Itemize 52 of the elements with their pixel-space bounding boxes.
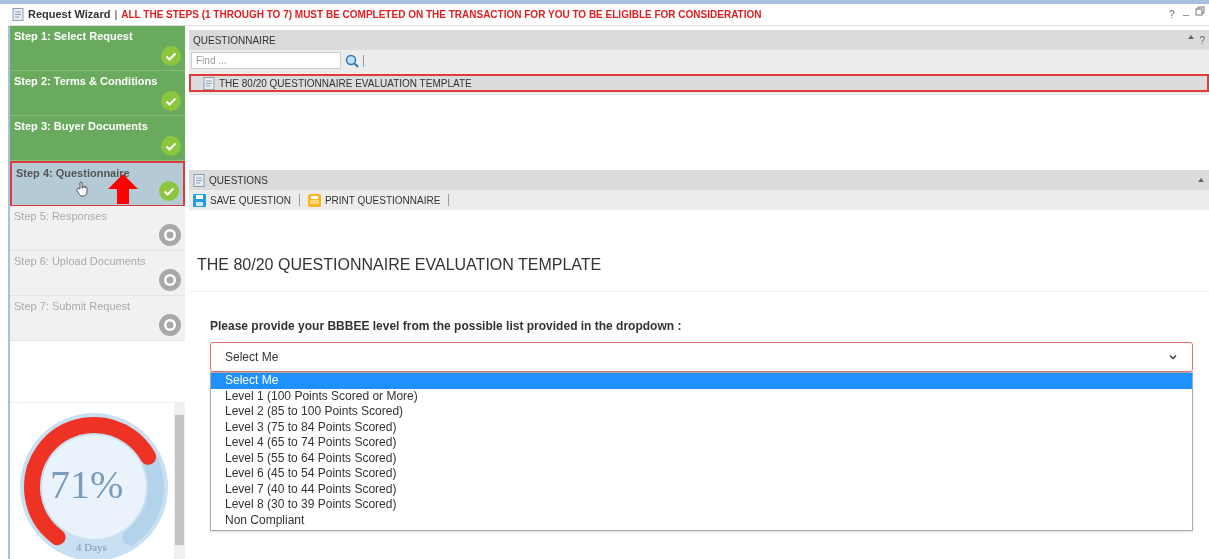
check-icon — [161, 91, 181, 111]
help-button[interactable]: ? — [1199, 32, 1205, 48]
step-label: Step 1: Select Request — [14, 30, 133, 42]
check-icon — [161, 136, 181, 156]
step-label: Step 2: Terms & Conditions — [14, 75, 158, 87]
dropdown-option[interactable]: Level 3 (75 to 84 Points Scored) — [211, 419, 1192, 435]
chevron-down-icon — [1168, 352, 1178, 362]
title-separator: | — [114, 7, 118, 23]
restore-icon[interactable] — [1195, 6, 1205, 17]
search-icon[interactable] — [345, 53, 359, 68]
question-text: Please provide your BBBEE level from the possible list provided in the dropdown : — [210, 318, 683, 335]
dropdown-option[interactable]: Level 7 (40 to 44 Points Scored) — [211, 481, 1192, 497]
step-label: Step 5: Responses — [14, 210, 107, 222]
step-label: Step 3: Buyer Documents — [14, 120, 148, 132]
window-control[interactable]: – — [1180, 6, 1191, 23]
step-label: Step 6: Upload Documents — [14, 255, 146, 267]
collapse-icon[interactable] — [1197, 176, 1205, 184]
check-icon — [159, 181, 179, 201]
printer-icon — [307, 193, 321, 207]
dropdown-option[interactable]: Non Compliant — [211, 512, 1192, 528]
search-field[interactable]: Find ... — [191, 52, 341, 69]
dropdown-option[interactable]: Level 6 (45 to 54 Points Scored) — [211, 466, 1192, 482]
notice-text: ALL THE STEPS (1 THROUGH TO 7) MUST BE COMPLETED ON THE TRANSACTION FOR YOU TO BE ELIGIBLE FOR CONSIDERATION — [121, 8, 762, 22]
dropdown-option[interactable]: Level 8 (30 to 39 Points Scored) — [211, 497, 1192, 513]
window-control[interactable]: ? — [1166, 6, 1177, 23]
level-select[interactable]: Select Me — [210, 342, 1193, 372]
save-icon — [193, 193, 206, 207]
questionnaire-heading: THE 80/20 QUESTIONNAIRE EVALUATION TEMPLATE — [197, 255, 602, 275]
hand-cursor-icon — [76, 181, 90, 197]
window-title: Request Wizard — [28, 7, 111, 23]
document-icon — [12, 8, 24, 21]
template-name: THE 80/20 QUESTIONNAIRE EVALUATION TEMPLATE — [219, 76, 472, 91]
panel-title: QUESTIONS — [209, 173, 268, 188]
dropdown-option[interactable]: Level 5 (55 to 64 Points Scored) — [211, 450, 1192, 466]
dropdown-option[interactable]: Level 2 (85 to 100 Points Scored) — [211, 404, 1192, 420]
progress-percent: 71% — [50, 465, 124, 505]
dropdown-option[interactable]: Level 1 (100 Points Scored or More) — [211, 388, 1192, 404]
pending-icon — [159, 269, 181, 291]
template-row[interactable]: THE 80/20 QUESTIONNAIRE EVALUATION TEMPLATE — [189, 74, 1209, 92]
check-icon — [161, 46, 181, 66]
panel-title: QUESTIONNAIRE — [193, 33, 276, 48]
step-label: Step 4: Questionnaire — [16, 167, 130, 179]
toolbar-button[interactable]: PRINT QUESTIONNAIRE — [324, 192, 441, 208]
pending-icon — [159, 314, 181, 336]
wizard-step[interactable]: Step 4: Questionnaire — [10, 161, 185, 206]
toolbar-button[interactable]: SAVE QUESTION — [210, 192, 291, 208]
pending-icon — [159, 224, 181, 246]
document-icon — [203, 76, 215, 90]
dropdown-option[interactable]: Level 4 (65 to 74 Points Scored) — [211, 435, 1192, 451]
step-label: Step 7: Submit Request — [14, 300, 131, 312]
scrollbar[interactable] — [174, 403, 185, 559]
progress-caption: 4 Days — [76, 540, 107, 555]
